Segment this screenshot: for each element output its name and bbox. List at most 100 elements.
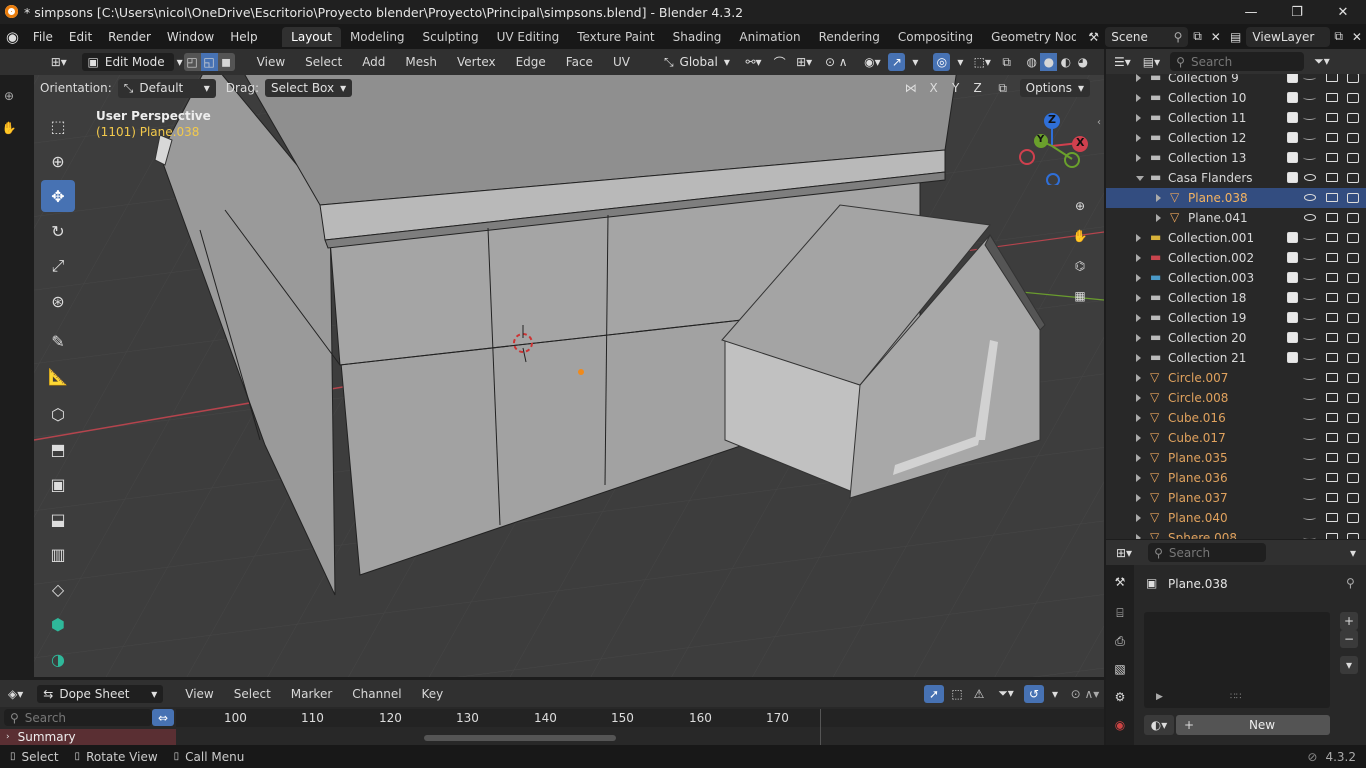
mesh-overlay-icon[interactable]: ⬚▾ — [970, 55, 994, 69]
camera-view-icon[interactable]: ⌬ — [1069, 255, 1091, 277]
exclude-checkbox[interactable] — [1287, 92, 1298, 103]
overlay-toggle-icon[interactable]: ◎ — [933, 53, 951, 71]
menu-vertex[interactable]: Vertex — [449, 55, 504, 69]
menu-add[interactable]: Add — [354, 55, 393, 69]
remove-scene-icon[interactable]: ✕ — [1207, 30, 1225, 44]
render-camera-icon[interactable] — [1347, 153, 1359, 163]
outliner-row[interactable]: ▽ Plane.041 — [1106, 208, 1366, 228]
chevron-right-icon[interactable] — [1136, 154, 1141, 162]
pan-icon[interactable]: ✋ — [1069, 225, 1091, 247]
visibility-eye-icon[interactable] — [1304, 194, 1316, 201]
chevron-right-icon[interactable] — [1136, 74, 1141, 82]
mirror-y-toggle[interactable]: Y — [948, 81, 964, 95]
slot-menu-icon[interactable]: ▾ — [1340, 656, 1358, 674]
swap-icon[interactable]: ⇔ — [152, 709, 174, 726]
move-tool[interactable]: ✥ — [41, 180, 75, 212]
outliner-search[interactable]: ⚲ Search — [1170, 52, 1305, 71]
viewport-3d[interactable]: User Perspective (1101) Plane.038 Z X Y … — [34, 49, 1104, 677]
close-button[interactable]: ✕ — [1320, 0, 1366, 24]
properties-editor-icon[interactable]: ⊞▾ — [1116, 546, 1132, 560]
filter-icon[interactable]: ⏷▾ — [1314, 54, 1330, 69]
gizmo-toggle-icon[interactable]: ↗ — [888, 53, 906, 71]
scene-icon[interactable]: ⚒ — [1082, 30, 1105, 44]
render-camera-icon[interactable] — [1347, 373, 1359, 383]
new-scene-icon[interactable]: ⧉ — [1188, 29, 1206, 44]
expand-arrow-icon[interactable]: ▶ — [1156, 692, 1163, 702]
viewport-monitor-icon[interactable] — [1326, 233, 1338, 242]
sidebar-toggle-icon[interactable]: ‹ — [1094, 115, 1104, 129]
menu-window[interactable]: Window — [159, 30, 222, 44]
outliner-row[interactable]: ▬ Casa Flanders — [1106, 168, 1366, 188]
chevron-down-icon[interactable]: ▾ — [1350, 546, 1356, 560]
chevron-right-icon[interactable] — [1136, 354, 1141, 362]
loop-cut-tool[interactable]: ▥ — [41, 538, 75, 570]
exclude-checkbox[interactable] — [1287, 352, 1298, 363]
poly-build-tool[interactable]: ⬢ — [41, 608, 75, 640]
render-camera-icon[interactable] — [1347, 493, 1359, 503]
exclude-checkbox[interactable] — [1287, 252, 1298, 263]
outliner-editor-icon[interactable]: ☰▾ — [1114, 55, 1131, 69]
tab-texture-paint[interactable]: Texture Paint — [568, 27, 663, 47]
render-camera-icon[interactable] — [1347, 313, 1359, 323]
viewport-monitor-icon[interactable] — [1326, 293, 1338, 302]
render-camera-icon[interactable] — [1347, 393, 1359, 403]
sync-menu-icon[interactable]: ▾ — [1048, 687, 1062, 701]
viewport-monitor-icon[interactable] — [1326, 473, 1338, 482]
add-slot-icon[interactable]: + — [1340, 612, 1358, 630]
viewport-monitor-icon[interactable] — [1326, 74, 1338, 82]
visibility-eye-icon[interactable] — [1303, 375, 1316, 380]
outliner-row[interactable]: ▬ Collection 20 — [1106, 328, 1366, 348]
render-camera-icon[interactable] — [1347, 353, 1359, 363]
outliner-row[interactable]: ▬ Collection 11 — [1106, 108, 1366, 128]
outliner-row[interactable]: ▽ Sphere.008 — [1106, 528, 1366, 539]
drag-setting-dropdown[interactable]: Select Box ▾ — [264, 79, 353, 97]
only-selected-icon[interactable]: ➚ — [924, 684, 944, 703]
exclude-checkbox[interactable] — [1287, 132, 1298, 143]
render-camera-icon[interactable] — [1347, 533, 1359, 539]
cursor-tool[interactable]: ⊕ — [41, 145, 75, 177]
menu-render[interactable]: Render — [100, 30, 159, 44]
outliner-row[interactable]: ▽ Plane.036 — [1106, 468, 1366, 488]
zoom-icon[interactable]: ⊕ — [1069, 195, 1091, 217]
chevron-right-icon[interactable] — [1136, 394, 1141, 402]
menu-uv[interactable]: UV — [605, 55, 638, 69]
chevron-right-icon[interactable] — [1136, 334, 1141, 342]
add-area-icon[interactable]: ⊕ — [2, 89, 16, 103]
viewport-monitor-icon[interactable] — [1326, 373, 1338, 382]
tool-tab-icon[interactable]: ⚒ — [1106, 565, 1134, 599]
extrude-tool[interactable]: ⬒ — [41, 433, 75, 465]
chevron-right-icon[interactable] — [1136, 374, 1141, 382]
scene-field[interactable]: Scene ⚲ — [1105, 26, 1189, 47]
snap-target-icon[interactable]: ⊞▾ — [792, 55, 816, 69]
measure-tool[interactable]: 📐 — [41, 360, 75, 392]
visibility-eye-icon[interactable] — [1303, 495, 1316, 500]
annotate-tool[interactable]: ✎ — [41, 325, 75, 357]
chevron-right-icon[interactable] — [1136, 114, 1141, 122]
chevron-right-icon[interactable] — [1156, 214, 1161, 222]
material-shading-icon[interactable]: ◐ — [1057, 53, 1075, 71]
remove-slot-icon[interactable]: − — [1340, 630, 1358, 648]
render-camera-icon[interactable] — [1347, 273, 1359, 283]
view-layer-tab-icon[interactable]: ▧ — [1106, 655, 1134, 683]
mirror-z-toggle[interactable]: Z — [970, 81, 986, 95]
outliner-row[interactable]: ▬ Collection 9 — [1106, 74, 1366, 88]
overlay-menu-icon[interactable]: ▾ — [954, 55, 966, 69]
chevron-right-icon[interactable] — [1136, 254, 1141, 262]
auto-merge-icon[interactable]: ⧉ — [992, 81, 1014, 96]
bevel-tool[interactable]: ⬓ — [41, 503, 75, 535]
ortho-grid-icon[interactable]: ▦ — [1069, 285, 1091, 307]
viewlayer-icon[interactable]: ▤ — [1225, 30, 1247, 44]
render-camera-icon[interactable] — [1347, 113, 1359, 123]
viewlayer-field[interactable]: ViewLayer — [1246, 26, 1330, 47]
chevron-right-icon[interactable] — [1136, 294, 1141, 302]
exclude-checkbox[interactable] — [1287, 292, 1298, 303]
chevron-right-icon[interactable] — [1136, 494, 1141, 502]
xray-icon[interactable]: ⧉ — [998, 55, 1015, 70]
menu-select[interactable]: Select — [297, 55, 350, 69]
outliner-row[interactable]: ▽ Cube.016 — [1106, 408, 1366, 428]
dope-menu-marker[interactable]: Marker — [283, 687, 340, 701]
viewport-monitor-icon[interactable] — [1326, 153, 1338, 162]
exclude-checkbox[interactable] — [1287, 112, 1298, 123]
edge-select-icon[interactable]: ◱ — [200, 53, 218, 71]
viewport-monitor-icon[interactable] — [1326, 333, 1338, 342]
